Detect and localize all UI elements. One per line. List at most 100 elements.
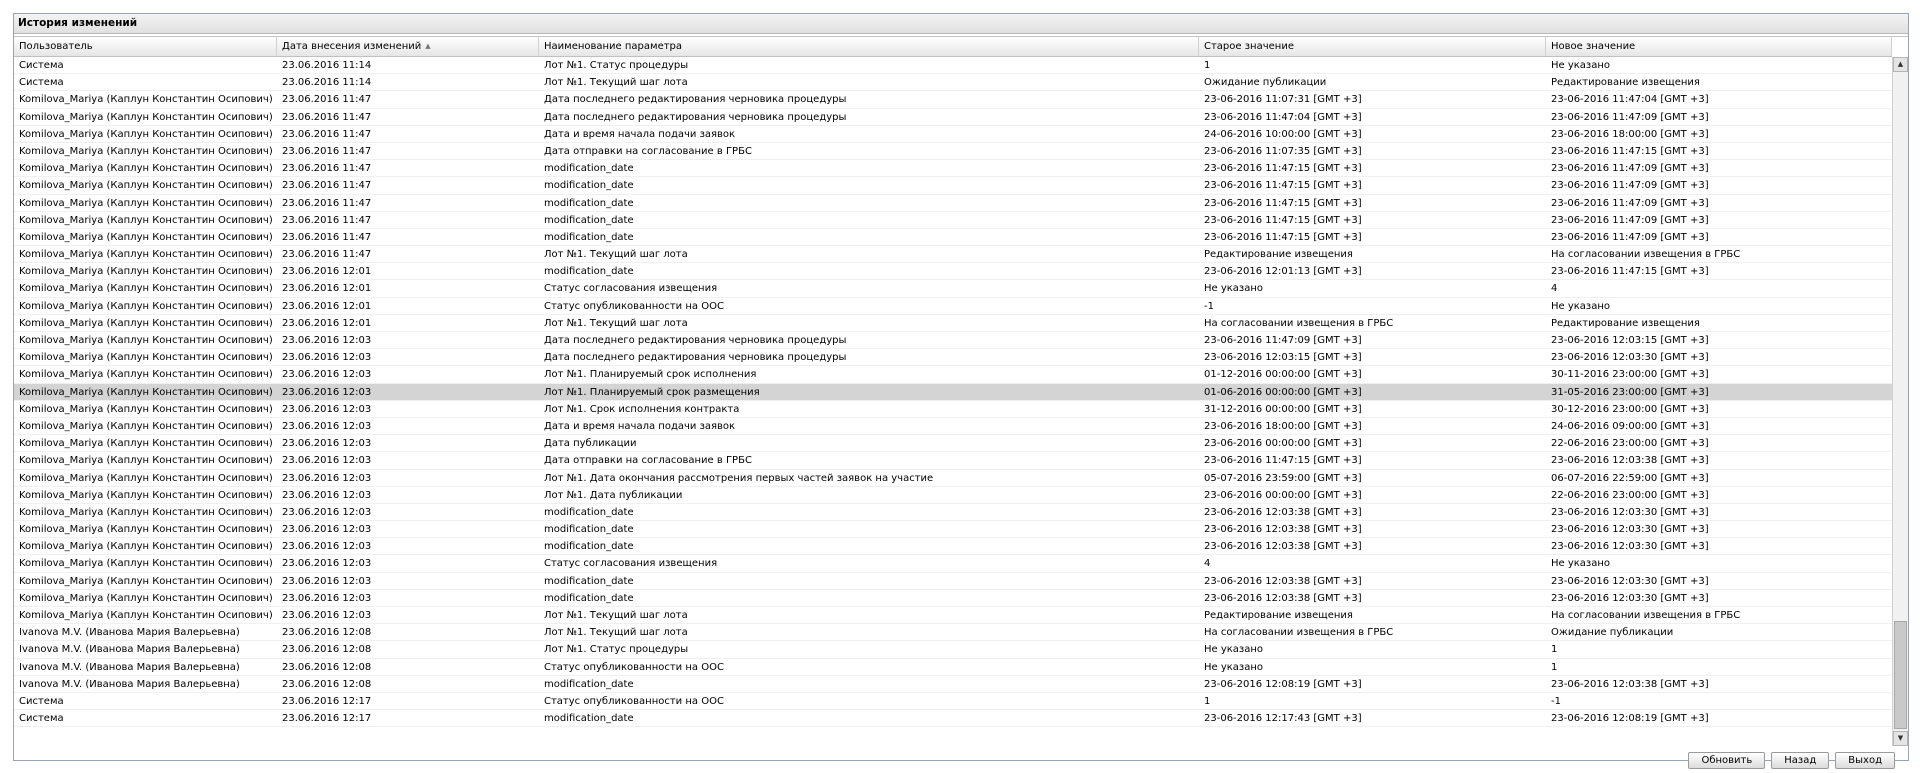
new-value-cell: 23-06-2016 12:03:30 [GMT +3] (1551, 575, 1709, 587)
new-value-cell: Редактирование извещения (1551, 317, 1700, 329)
user-cell: Komilova_Mariya (Каплун Константин Осипо… (19, 403, 273, 415)
date-cell: 23.06.2016 12:03 (282, 403, 372, 415)
table-row[interactable]: Komilova_Mariya (Каплун Константин Осипо… (14, 246, 1892, 264)
new-value-cell: 22-06-2016 23:00:00 [GMT +3] (1551, 489, 1709, 501)
table-row[interactable]: Komilova_Mariya (Каплун Константин Осипо… (14, 418, 1892, 436)
column-header-parameter[interactable]: Наименование параметра (539, 37, 1199, 56)
old-value-cell: Не указано (1204, 283, 1264, 295)
table-row[interactable]: Komilova_Mariya (Каплун Константин Осипо… (14, 555, 1892, 573)
column-header-change-date[interactable]: Дата внесения изменений ▲ (277, 37, 539, 56)
parameter-cell: modification_date (544, 180, 634, 192)
table-row[interactable]: Komilova_Mariya (Каплун Константин Осипо… (14, 280, 1892, 298)
table-row[interactable]: Komilova_Mariya (Каплун Константин Осипо… (14, 212, 1892, 229)
user-cell: Komilova_Mariya (Каплун Константин Осипо… (19, 197, 273, 209)
scroll-up-icon[interactable]: ▲ (1893, 57, 1908, 72)
old-value-cell: На согласовании извещения в ГРБС (1204, 317, 1394, 329)
table-row[interactable]: Komilova_Mariya (Каплун Константин Осипо… (14, 487, 1892, 504)
user-cell: Komilova_Mariya (Каплун Константин Осипо… (19, 472, 273, 484)
user-cell: Komilova_Mariya (Каплун Константин Осипо… (19, 489, 273, 501)
table-row[interactable]: Komilova_Mariya (Каплун Константин Осипо… (14, 366, 1892, 384)
table-row[interactable]: Komilova_Mariya (Каплун Константин Осипо… (14, 143, 1892, 161)
table-row[interactable]: Komilova_Mariya (Каплун Константин Осипо… (14, 401, 1892, 418)
date-cell: 23.06.2016 12:17 (282, 695, 372, 707)
table-row[interactable]: Система 23.06.2016 11:14 Лот №1. Текущий ш… (14, 74, 1892, 92)
user-cell: Komilova_Mariya (Каплун Константин Осипо… (19, 214, 273, 226)
old-value-cell: Не указано (1204, 644, 1264, 656)
user-cell: Komilova_Mariya (Каплун Константин Осипо… (19, 438, 273, 450)
new-value-cell: Ожидание публикации (1551, 627, 1674, 639)
date-cell: 23.06.2016 11:47 (282, 214, 372, 226)
table-row[interactable]: Komilova_Mariya (Каплун Константин Осипо… (14, 177, 1892, 195)
back-button[interactable]: Назад (1771, 752, 1830, 769)
table-row[interactable]: Komilova_Mariya (Каплун Константин Осипо… (14, 504, 1892, 522)
new-value-cell: 24-06-2016 09:00:00 [GMT +3] (1551, 420, 1709, 432)
user-cell: Komilova_Mariya (Каплун Константин Осипо… (19, 180, 273, 192)
parameter-cell: Лот №1. Текущий шаг лота (544, 249, 688, 261)
table-row[interactable]: Komilova_Mariya (Каплун Константин Осипо… (14, 229, 1892, 247)
vertical-scrollbar[interactable]: ▲ ▼ (1892, 57, 1908, 746)
table-row[interactable]: Система 23.06.2016 11:14 Лот №1. Статус пр… (14, 57, 1892, 75)
user-cell: Komilova_Mariya (Каплун Константин Осипо… (19, 283, 273, 295)
table-row[interactable]: Система 23.06.2016 12:17 Статус опубликова… (14, 693, 1892, 711)
table-row[interactable]: Ivanova M.V. (Иванова Мария Валерьевна) 2… (14, 624, 1892, 642)
new-value-cell: 23-06-2016 18:00:00 [GMT +3] (1551, 128, 1709, 140)
date-cell: 23.06.2016 12:01 (282, 283, 372, 295)
date-cell: 23.06.2016 11:47 (282, 231, 372, 243)
table-row[interactable]: Komilova_Mariya (Каплун Константин Осипо… (14, 452, 1892, 470)
table-row[interactable]: Komilova_Mariya (Каплун Константин Осипо… (14, 315, 1892, 332)
column-header-new-value[interactable]: Новое значение (1546, 37, 1892, 56)
table-row[interactable]: Komilova_Mariya (Каплун Константин Осипо… (14, 91, 1892, 109)
old-value-cell: 23-06-2016 12:03:38 [GMT +3] (1204, 524, 1362, 536)
table-row[interactable]: Komilova_Mariya (Каплун Константин Осипо… (14, 349, 1892, 367)
exit-button[interactable]: Выход (1835, 752, 1895, 769)
user-cell: Komilova_Mariya (Каплун Константин Осипо… (19, 249, 273, 261)
table-row[interactable]: Komilova_Mariya (Каплун Константин Осипо… (14, 332, 1892, 350)
table-row[interactable]: Система 23.06.2016 12:17 modification_date… (14, 710, 1892, 728)
table-row[interactable]: Ivanova M.V. (Иванова Мария Валерьевна) 2… (14, 676, 1892, 693)
table-row[interactable]: Komilova_Mariya (Каплун Константин Осипо… (14, 538, 1892, 556)
parameter-cell: modification_date (544, 575, 634, 587)
table-row[interactable]: Komilova_Mariya (Каплун Константин Осипо… (14, 435, 1892, 453)
table-row[interactable]: Komilova_Mariya (Каплун Константин Осипо… (14, 263, 1892, 281)
table-row[interactable]: Komilova_Mariya (Каплун Константин Осипо… (14, 195, 1892, 212)
table-row[interactable]: Komilova_Mariya (Каплун Константин Осипо… (14, 383, 1892, 401)
old-value-cell: 23-06-2016 12:03:38 [GMT +3] (1204, 592, 1362, 604)
date-cell: 23.06.2016 12:01 (282, 317, 372, 329)
parameter-cell: modification_date (544, 713, 634, 725)
date-cell: 23.06.2016 12:17 (282, 713, 372, 725)
scroll-down-icon[interactable]: ▼ (1893, 731, 1908, 746)
column-header-user[interactable]: Пользователь (14, 37, 277, 56)
table-row[interactable]: Komilova_Mariya (Каплун Константин Осипо… (14, 607, 1892, 625)
table-row[interactable]: Komilova_Mariya (Каплун Константин Осипо… (14, 521, 1892, 539)
table-row[interactable]: Komilova_Mariya (Каплун Константин Осипо… (14, 470, 1892, 487)
table-row[interactable]: Komilova_Mariya (Каплун Константин Осипо… (14, 298, 1892, 315)
table-row[interactable]: Komilova_Mariya (Каплун Константин Осипо… (14, 126, 1892, 143)
old-value-cell: 23-06-2016 00:00:00 [GMT +3] (1204, 489, 1362, 501)
new-value-cell: Не указано (1551, 60, 1611, 71)
new-value-cell: 23-06-2016 11:47:09 [GMT +3] (1551, 197, 1709, 209)
user-cell: Komilova_Mariya (Каплун Константин Осипо… (19, 386, 273, 398)
old-value-cell: 23-06-2016 11:47:04 [GMT +3] (1204, 111, 1362, 123)
table-row[interactable]: Komilova_Mariya (Каплун Константин Осипо… (14, 573, 1892, 590)
user-cell: Ivanova M.V. (Иванова Мария Валерьевна) (19, 678, 240, 690)
table-row[interactable]: Ivanova M.V. (Иванова Мария Валерьевна) 2… (14, 641, 1892, 659)
parameter-cell: Лот №1. Дата публикации (544, 489, 683, 501)
user-cell: Система (19, 60, 64, 71)
user-cell: Komilova_Mariya (Каплун Константин Осипо… (19, 592, 273, 604)
column-header-old-value[interactable]: Старое значение (1199, 37, 1546, 56)
table-row[interactable]: Komilova_Mariya (Каплун Константин Осипо… (14, 590, 1892, 607)
table-row[interactable]: Komilova_Mariya (Каплун Константин Осипо… (14, 109, 1892, 126)
parameter-cell: Лот №1. Дата окончания рассмотрения перв… (544, 472, 934, 484)
date-cell: 23.06.2016 12:03 (282, 369, 372, 381)
parameter-cell: Лот №1. Планируемый срок исполнения (544, 369, 757, 381)
old-value-cell: -1 (1204, 300, 1214, 312)
old-value-cell: На согласовании извещения в ГРБС (1204, 627, 1394, 639)
table-row[interactable]: Ivanova M.V. (Иванова Мария Валерьевна) 2… (14, 659, 1892, 676)
old-value-cell: 23-06-2016 12:01:13 [GMT +3] (1204, 266, 1362, 278)
user-cell: Komilova_Mariya (Каплун Константин Осипо… (19, 128, 273, 140)
refresh-button[interactable]: Обновить (1688, 752, 1766, 769)
table-row[interactable]: Komilova_Mariya (Каплун Константин Осипо… (14, 160, 1892, 178)
old-value-cell: 1 (1204, 60, 1211, 71)
scroll-thumb[interactable] (1894, 621, 1907, 729)
new-value-cell: 23-06-2016 12:03:15 [GMT +3] (1551, 335, 1709, 346)
